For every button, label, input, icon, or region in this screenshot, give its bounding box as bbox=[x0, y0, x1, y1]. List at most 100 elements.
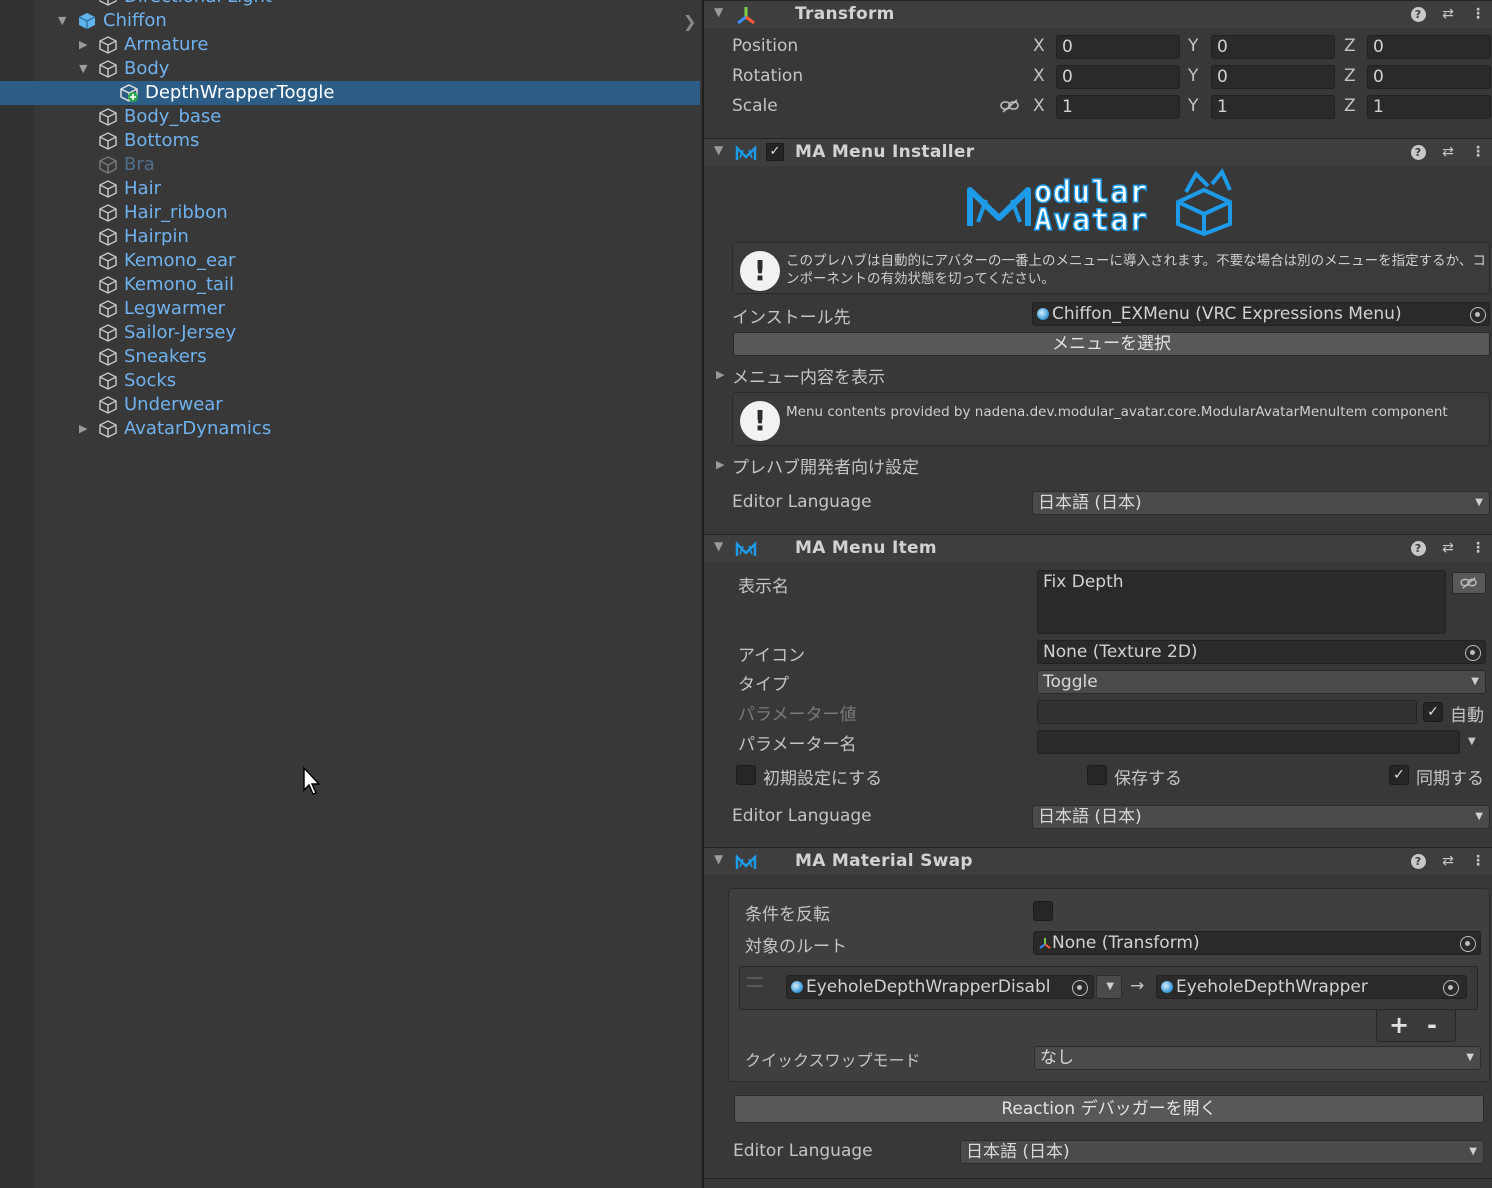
fold-arrow-icon[interactable]: ▼ bbox=[714, 539, 723, 553]
hierarchy-item[interactable]: Kemono_ear bbox=[0, 249, 700, 273]
preset-sliders-icon[interactable]: ⇄ bbox=[1439, 851, 1457, 871]
default-checkbox[interactable] bbox=[736, 765, 756, 785]
preset-sliders-icon[interactable]: ⇄ bbox=[1439, 4, 1457, 24]
transform-rotation-y-field[interactable]: 0 bbox=[1211, 65, 1335, 89]
transform-scale-y-field[interactable]: 1 bbox=[1211, 95, 1335, 119]
kebab-menu-icon[interactable]: ⋮ bbox=[1469, 142, 1487, 162]
chevron-right-icon[interactable]: ❯ bbox=[683, 12, 696, 31]
type-label: タイプ bbox=[738, 675, 789, 695]
component-enabled-checkbox[interactable]: ✓ bbox=[766, 143, 784, 161]
hierarchy-item[interactable]: Hair bbox=[0, 177, 700, 201]
menu-item-header[interactable]: ▼ MA Menu Item ? ⇄ ⋮ bbox=[704, 534, 1492, 562]
invert-condition-checkbox[interactable] bbox=[1033, 901, 1053, 921]
hierarchy-item[interactable]: Kemono_tail bbox=[0, 273, 700, 297]
foldout-arrow-icon[interactable]: ▶ bbox=[716, 368, 724, 381]
transform-position-z-field[interactable]: 0 bbox=[1367, 35, 1491, 59]
transform-rotation-x-field[interactable]: 0 bbox=[1056, 65, 1180, 89]
hierarchy-item[interactable]: ▶ AvatarDynamics bbox=[0, 417, 700, 441]
gameobject-cube-icon bbox=[98, 251, 118, 271]
open-reaction-debugger-button[interactable]: Reaction デバッガーを開く bbox=[734, 1095, 1484, 1123]
swap-to-field[interactable]: EyeholeDepthWrapper bbox=[1156, 975, 1467, 999]
param-name-field[interactable] bbox=[1037, 730, 1460, 754]
hierarchy-item[interactable]: Sailor-Jersey bbox=[0, 321, 700, 345]
fold-arrow-icon[interactable]: ▼ bbox=[714, 143, 723, 157]
hierarchy-item[interactable]: Directional Light bbox=[0, 0, 700, 9]
hierarchy-item[interactable]: Bottoms bbox=[0, 129, 700, 153]
help-icon[interactable]: ? bbox=[1409, 538, 1427, 558]
hierarchy-item[interactable]: ▼ Body bbox=[0, 57, 700, 81]
swap-from-dropdown[interactable]: ▼ bbox=[1096, 975, 1122, 999]
param-value-field[interactable] bbox=[1037, 700, 1417, 724]
kebab-menu-icon[interactable]: ⋮ bbox=[1469, 851, 1487, 871]
object-picker-icon[interactable] bbox=[1470, 307, 1486, 323]
expanded-arrow-icon[interactable]: ▼ bbox=[79, 60, 93, 78]
object-picker-icon[interactable] bbox=[1465, 645, 1481, 661]
gameobject-cube-icon bbox=[98, 371, 118, 391]
object-picker-icon[interactable] bbox=[1443, 980, 1459, 996]
expanded-arrow-icon[interactable]: ▼ bbox=[58, 12, 72, 30]
editor-language-dropdown[interactable]: 日本語 (日本) ▼ bbox=[960, 1140, 1484, 1164]
add-item-button[interactable]: + bbox=[1389, 1011, 1409, 1039]
quick-swap-dropdown[interactable]: なし ▼ bbox=[1034, 1046, 1481, 1070]
prefab-dev-settings-foldout[interactable]: プレハブ開発者向け設定 bbox=[732, 453, 919, 478]
hierarchy-item[interactable]: Body_base bbox=[0, 105, 700, 129]
gameobject-cube-icon bbox=[98, 419, 118, 439]
hierarchy-item[interactable]: Hairpin bbox=[0, 225, 700, 249]
display-name-field[interactable]: Fix Depth bbox=[1037, 570, 1446, 634]
transform-position-x-field[interactable]: 0 bbox=[1056, 35, 1180, 59]
hierarchy-item[interactable]: Hair_ribbon bbox=[0, 201, 700, 225]
hierarchy-item[interactable]: DepthWrapperToggle bbox=[0, 81, 700, 105]
preset-sliders-icon[interactable]: ⇄ bbox=[1439, 538, 1457, 558]
hierarchy-item[interactable]: ▶ Armature bbox=[0, 33, 700, 57]
transform-rotation-z-field[interactable]: 0 bbox=[1367, 65, 1491, 89]
saved-checkbox[interactable] bbox=[1087, 765, 1107, 785]
menu-installer-header[interactable]: ▼ ✓ MA Menu Installer ? ⇄ ⋮ bbox=[704, 138, 1492, 166]
synced-checkbox[interactable]: ✓ bbox=[1389, 765, 1409, 785]
preset-sliders-icon[interactable]: ⇄ bbox=[1439, 142, 1457, 162]
select-menu-button[interactable]: メニューを選択 bbox=[733, 332, 1490, 356]
editor-language-dropdown[interactable]: 日本語 (日本) ▼ bbox=[1032, 491, 1490, 515]
hierarchy-item[interactable]: Sneakers bbox=[0, 345, 700, 369]
help-icon[interactable]: ? bbox=[1409, 4, 1427, 24]
mouse-cursor-icon bbox=[303, 766, 321, 795]
hierarchy-item[interactable]: Underwear bbox=[0, 393, 700, 417]
install-target-label: インストール先 bbox=[732, 308, 851, 328]
target-root-field[interactable]: None (Transform) bbox=[1033, 931, 1481, 955]
param-name-label: パラメーター名 bbox=[738, 735, 857, 755]
type-dropdown[interactable]: Toggle ▼ bbox=[1037, 670, 1486, 694]
drag-handle-icon[interactable] bbox=[747, 977, 763, 987]
hierarchy-item[interactable]: ▼ Chiffon bbox=[0, 9, 700, 33]
gameobject-cube-icon bbox=[98, 323, 118, 343]
icon-field[interactable]: None (Texture 2D) bbox=[1037, 640, 1486, 664]
material-swap-header[interactable]: ▼ MA Material Swap ? ⇄ ⋮ bbox=[704, 847, 1492, 875]
collapsed-arrow-icon[interactable]: ▶ bbox=[79, 36, 93, 54]
fold-arrow-icon[interactable]: ▼ bbox=[714, 852, 723, 866]
hierarchy-item[interactable]: Legwarmer bbox=[0, 297, 700, 321]
install-target-field[interactable]: Chiffon_EXMenu (VRC Expressions Menu) bbox=[1032, 302, 1490, 326]
param-name-dropdown-caret-icon[interactable]: ▼ bbox=[1468, 736, 1476, 747]
kebab-menu-icon[interactable]: ⋮ bbox=[1469, 4, 1487, 24]
constrain-proportions-icon[interactable] bbox=[1000, 98, 1020, 114]
kebab-menu-icon[interactable]: ⋮ bbox=[1469, 538, 1487, 558]
transform-scale-z-field[interactable]: 1 bbox=[1367, 95, 1491, 119]
object-picker-icon[interactable] bbox=[1072, 980, 1088, 996]
editor-language-dropdown[interactable]: 日本語 (日本) ▼ bbox=[1032, 805, 1490, 829]
remove-item-button[interactable]: - bbox=[1427, 1011, 1437, 1039]
hierarchy-item-label: Socks bbox=[124, 370, 177, 391]
help-icon[interactable]: ? bbox=[1409, 851, 1427, 871]
fold-arrow-icon[interactable]: ▼ bbox=[714, 5, 723, 19]
show-menu-contents-foldout[interactable]: メニュー内容を表示 bbox=[732, 363, 885, 388]
hierarchy-item[interactable]: Socks bbox=[0, 369, 700, 393]
link-toggle-button[interactable] bbox=[1452, 572, 1486, 594]
help-icon[interactable]: ? bbox=[1409, 142, 1427, 162]
auto-checkbox[interactable]: ✓ bbox=[1423, 702, 1443, 722]
transform-position-y-field[interactable]: 0 bbox=[1211, 35, 1335, 59]
transform-header[interactable]: ▼ Transform ? ⇄ ⋮ bbox=[704, 0, 1492, 28]
foldout-arrow-icon[interactable]: ▶ bbox=[716, 458, 724, 471]
object-picker-icon[interactable] bbox=[1460, 936, 1476, 952]
swap-from-field[interactable]: EyeholeDepthWrapperDisabl bbox=[786, 975, 1094, 999]
hierarchy-item[interactable]: Bra bbox=[0, 153, 700, 177]
transform-scale-x-field[interactable]: 1 bbox=[1056, 95, 1180, 119]
collapsed-arrow-icon[interactable]: ▶ bbox=[79, 420, 93, 438]
warning-icon: ! bbox=[740, 401, 780, 441]
